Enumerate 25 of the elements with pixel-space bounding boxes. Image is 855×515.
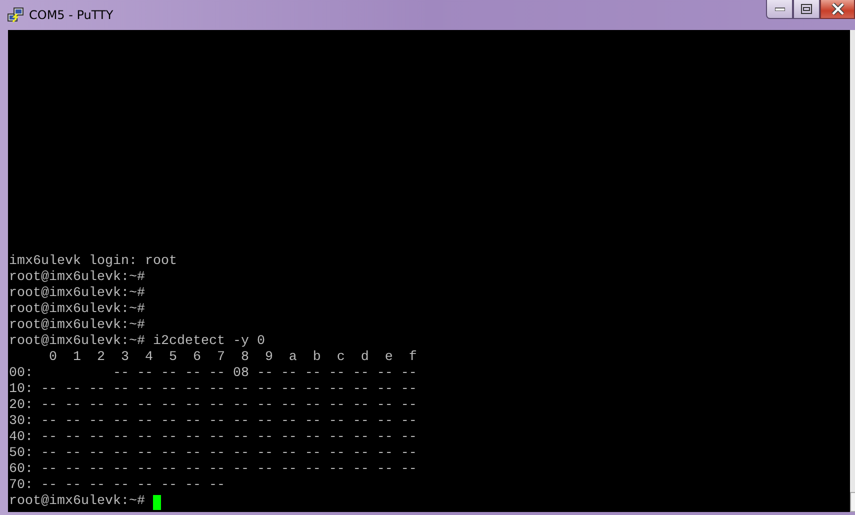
- terminal-line: 70: -- -- -- -- -- -- -- --: [9, 478, 225, 494]
- terminal-line: root@imx6ulevk:~#: [9, 270, 145, 286]
- terminal-line: 40: -- -- -- -- -- -- -- -- -- -- -- -- -- -- -- --: [9, 430, 417, 446]
- terminal-line: imx6ulevk login: root: [9, 254, 177, 270]
- scrollbar[interactable]: [850, 30, 855, 512]
- maximize-icon: [801, 4, 812, 14]
- minimize-button[interactable]: [766, 0, 793, 19]
- maximize-button[interactable]: [793, 0, 820, 19]
- terminal-line: root@imx6ulevk:~#: [9, 318, 145, 334]
- terminal-line: 50: -- -- -- -- -- -- -- -- -- -- -- -- -- -- -- --: [9, 446, 417, 462]
- close-icon: [830, 3, 844, 15]
- terminal-line: 00: -- -- -- -- -- 08 -- -- -- -- -- -- --: [9, 366, 417, 382]
- terminal-line: root@imx6ulevk:~# i2cdetect -y 0: [9, 334, 265, 350]
- terminal-line: 30: -- -- -- -- -- -- -- -- -- -- -- -- -- -- -- --: [9, 414, 417, 430]
- window-title: COM5 - PuTTY: [29, 8, 114, 22]
- close-button[interactable]: [820, 0, 855, 19]
- terminal-line: 10: -- -- -- -- -- -- -- -- -- -- -- -- -- -- -- --: [9, 382, 417, 398]
- minimize-icon: [774, 7, 784, 11]
- terminal-line: 60: -- -- -- -- -- -- -- -- -- -- -- -- -- -- -- --: [9, 462, 417, 478]
- terminal-line: root@imx6ulevk:~#: [9, 494, 145, 510]
- terminal-line: 0 1 2 3 4 5 6 7 8 9 a b c d e f: [48, 350, 417, 366]
- terminal-line: 20: -- -- -- -- -- -- -- -- -- -- -- -- -- -- -- --: [9, 398, 417, 414]
- terminal-line: root@imx6ulevk:~#: [9, 286, 145, 302]
- terminal-line: root@imx6ulevk:~#: [9, 302, 145, 318]
- terminal-app-icon: [7, 6, 25, 24]
